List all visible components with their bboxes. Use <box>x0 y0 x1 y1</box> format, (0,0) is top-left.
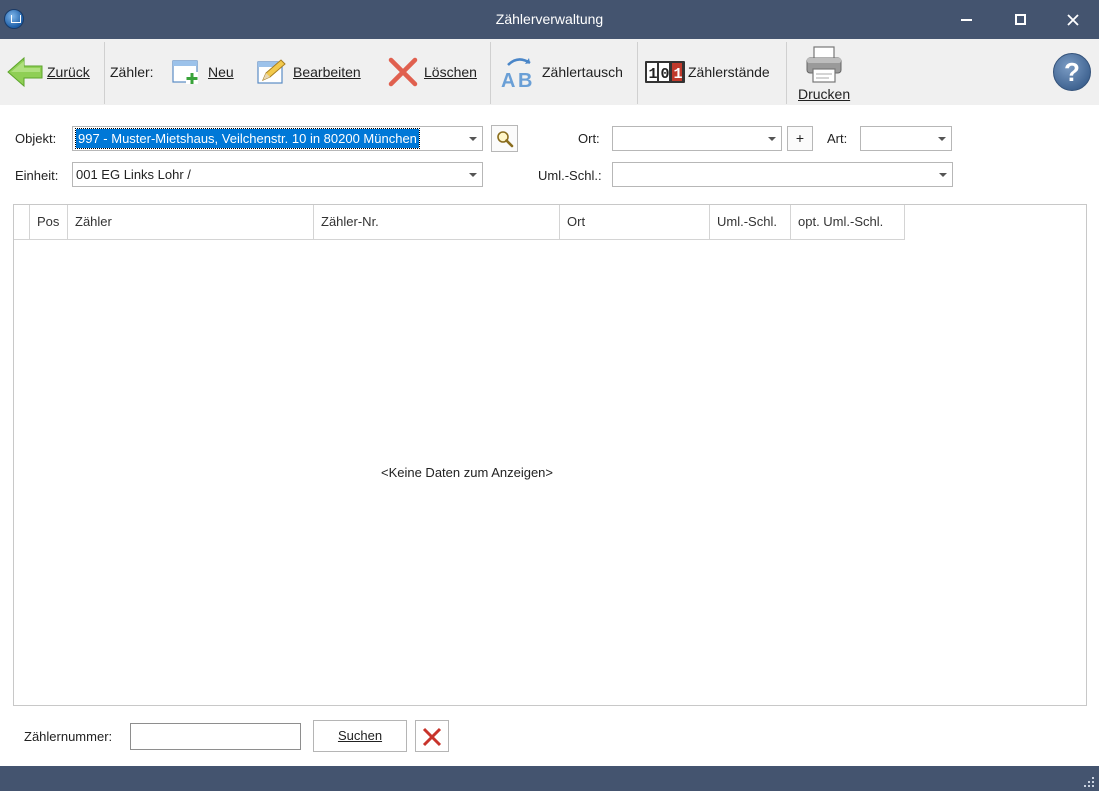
maximize-button[interactable] <box>994 0 1046 39</box>
printer-icon <box>806 45 842 83</box>
svg-text:0: 0 <box>661 66 670 83</box>
print-button[interactable]: Drucken <box>798 39 850 105</box>
title-bar: Zählerverwaltung <box>0 0 1099 39</box>
empty-table-message: <Keine Daten zum Anzeigen> <box>380 465 553 480</box>
edit-pencil-icon <box>257 59 286 84</box>
status-bar <box>0 766 1099 791</box>
toolbar-separator <box>490 42 491 104</box>
help-question-icon: ? <box>1064 57 1080 87</box>
meter-readings-button[interactable]: 1 0 1 Zählerstände <box>645 39 770 105</box>
chevron-down-icon <box>469 137 477 141</box>
clear-x-icon <box>422 727 442 747</box>
delete-button[interactable]: Löschen <box>388 39 477 105</box>
objekt-label: Objekt: <box>15 131 57 146</box>
chevron-down-icon <box>469 173 477 177</box>
art-label: Art: <box>827 131 848 146</box>
minimize-icon <box>960 18 972 21</box>
chevron-down-icon <box>768 137 776 141</box>
maximize-icon <box>1014 14 1026 26</box>
new-label: Neu <box>208 64 234 80</box>
edit-button[interactable]: Bearbeiten <box>257 39 361 105</box>
zaehler-group-label: Zähler: <box>110 64 154 80</box>
column-header-pos[interactable]: Pos <box>30 205 68 240</box>
objekt-selected-value: 997 - Muster-Mietshaus, Veilchenstr. 10 … <box>75 128 420 149</box>
uml-schl-label: Uml.-Schl.: <box>538 168 602 183</box>
edit-label: Bearbeiten <box>293 64 361 80</box>
toolbar-separator <box>104 42 105 104</box>
chevron-down-icon <box>939 173 947 177</box>
table-header: Pos Zähler Zähler-Nr. Ort Uml.-Schl. opt… <box>14 205 905 240</box>
clear-search-button[interactable] <box>415 720 449 752</box>
back-arrow-icon <box>7 56 43 88</box>
toolbar-separator <box>786 42 787 104</box>
meter-number-input[interactable] <box>130 723 301 750</box>
magnifier-icon <box>496 131 513 148</box>
toolbar-separator <box>637 42 638 104</box>
close-icon <box>1067 14 1079 26</box>
einheit-value: 001 EG Links Lohr / <box>76 167 191 182</box>
art-select[interactable] <box>860 126 952 151</box>
back-label: Zurück <box>47 64 90 80</box>
column-header-opt-uml-schl[interactable]: opt. Uml.-Schl. <box>791 205 905 240</box>
window-title: Zählerverwaltung <box>495 11 604 27</box>
row-indicator-header <box>14 205 30 240</box>
delete-x-icon <box>388 57 418 87</box>
meter-table[interactable]: Pos Zähler Zähler-Nr. Ort Uml.-Schl. opt… <box>13 204 1087 706</box>
back-button[interactable]: Zurück <box>6 39 90 105</box>
ort-label: Ort: <box>578 131 600 146</box>
objekt-search-button[interactable] <box>491 125 518 152</box>
swap-ab-icon: A B <box>501 58 532 89</box>
add-ort-button[interactable]: + <box>787 126 813 151</box>
svg-text:A: A <box>501 70 515 89</box>
einheit-label: Einheit: <box>15 168 59 183</box>
resize-grip-icon[interactable] <box>1083 776 1095 788</box>
meter-readings-label: Zählerstände <box>688 64 770 80</box>
close-button[interactable] <box>1047 0 1099 39</box>
objekt-select[interactable]: 997 - Muster-Mietshaus, Veilchenstr. 10 … <box>72 126 483 151</box>
einheit-select[interactable]: 001 EG Links Lohr / <box>72 162 483 187</box>
svg-text:1: 1 <box>674 66 683 83</box>
meter-number-label: Zählernummer: <box>24 729 113 744</box>
new-document-icon <box>172 60 198 84</box>
column-header-ort[interactable]: Ort <box>560 205 710 240</box>
column-header-zaehler[interactable]: Zähler <box>68 205 314 240</box>
help-button[interactable]: ? <box>1053 53 1091 91</box>
ort-select[interactable] <box>612 126 782 151</box>
print-label: Drucken <box>798 85 851 102</box>
new-button[interactable]: Neu <box>172 39 234 105</box>
chevron-down-icon <box>938 137 946 141</box>
column-header-zaehler-nr[interactable]: Zähler-Nr. <box>314 205 560 240</box>
meter-swap-button[interactable]: A B Zählertausch <box>500 39 623 105</box>
toolbar: Zurück Zähler: Neu Bearbeiten Löschen A … <box>0 39 1099 105</box>
uml-schl-select[interactable] <box>612 162 953 187</box>
column-header-uml-schl[interactable]: Uml.-Schl. <box>710 205 791 240</box>
svg-text:1: 1 <box>649 66 658 83</box>
search-button[interactable]: Suchen <box>313 720 407 752</box>
svg-text:B: B <box>518 70 532 89</box>
counter-digits-icon: 1 0 1 <box>645 61 685 83</box>
meter-swap-label: Zählertausch <box>542 64 623 80</box>
minimize-button[interactable] <box>940 0 992 39</box>
delete-label: Löschen <box>424 64 477 80</box>
search-button-label: Suchen <box>337 728 383 743</box>
